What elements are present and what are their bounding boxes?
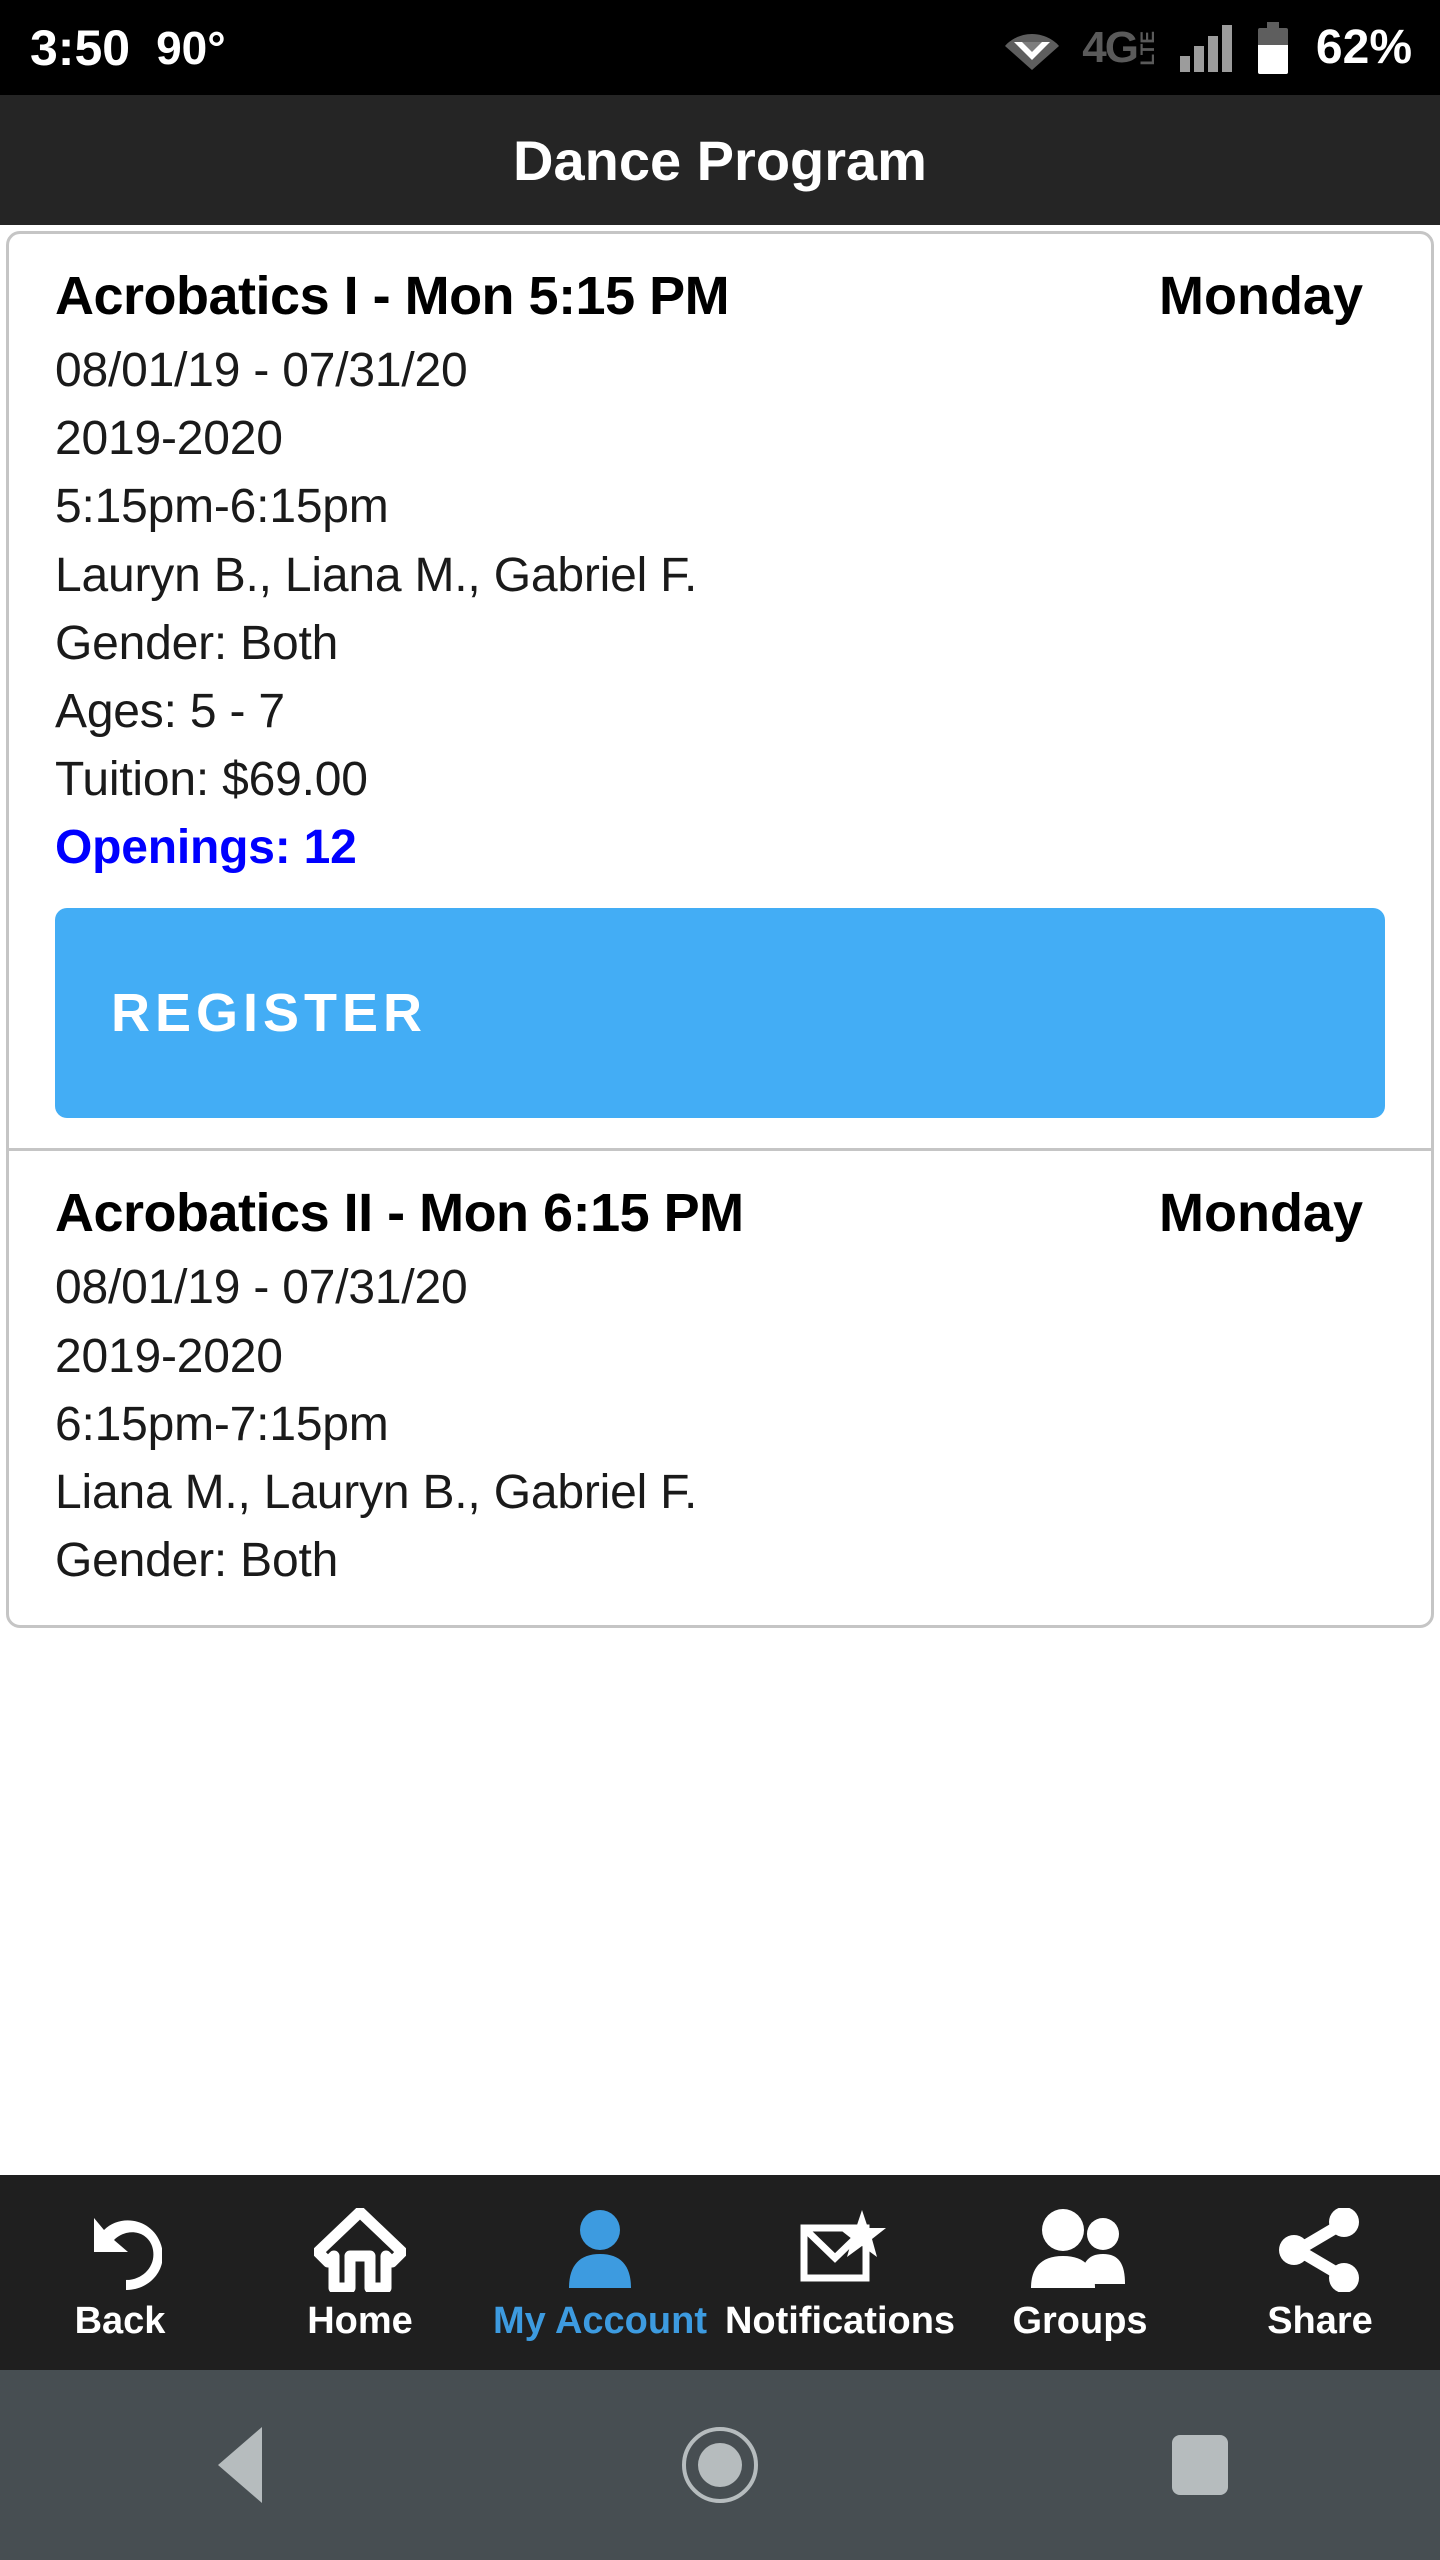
nav-item-notifications[interactable]: Notifications — [720, 2175, 960, 2370]
nav-label-share: Share — [1267, 2299, 1373, 2342]
network-type-label: 4G — [1082, 22, 1139, 72]
system-home-button[interactable] — [620, 2370, 820, 2560]
class-time: 5:15pm-6:15pm — [55, 480, 389, 534]
undo-arrow-icon — [78, 2206, 162, 2294]
class-season: 2019-2020 — [55, 412, 283, 466]
share-nodes-icon — [1276, 2206, 1364, 2294]
class-instructors: Liana M., Lauryn B., Gabriel F. — [55, 1465, 698, 1519]
system-recents-button[interactable] — [1100, 2370, 1300, 2560]
app-title-bar: Dance Program — [0, 95, 1440, 225]
class-card[interactable]: Acrobatics I - Mon 5:15 PM Monday 08/01/… — [9, 234, 1431, 1148]
class-gender: Gender: Both — [55, 1534, 339, 1588]
battery-icon — [1257, 21, 1288, 74]
status-icon-group: 4G LTE 62% — [1004, 20, 1412, 74]
class-detail-lines: 08/01/19 - 07/31/20 2019-2020 5:15pm-6:1… — [55, 337, 1385, 882]
nav-label-home: Home — [307, 2299, 413, 2342]
system-home-icon — [682, 2427, 758, 2503]
class-season: 2019-2020 — [55, 1329, 283, 1383]
class-time: 6:15pm-7:15pm — [55, 1397, 389, 1451]
system-back-button[interactable] — [140, 2370, 340, 2560]
nav-item-back[interactable]: Back — [0, 2175, 240, 2370]
network-lte-label: LTE — [1137, 30, 1159, 66]
class-tuition: Tuition: $69.00 — [55, 753, 368, 807]
4g-lte-icon: 4G LTE — [1082, 22, 1159, 72]
status-bar: 3:50 90° 4G LTE 62% — [0, 0, 1440, 95]
nav-label-groups: Groups — [1012, 2299, 1148, 2342]
envelope-star-icon — [794, 2206, 886, 2294]
class-detail-lines: 08/01/19 - 07/31/20 2019-2020 6:15pm-7:1… — [55, 1254, 1385, 1595]
nav-label-back: Back — [74, 2299, 166, 2342]
class-list-scroll-area[interactable]: Acrobatics I - Mon 5:15 PM Monday 08/01/… — [0, 225, 1440, 2175]
two-people-icon — [1027, 2206, 1133, 2294]
class-instructors: Lauryn B., Liana M., Gabriel F. — [55, 548, 698, 602]
nav-label-notifications: Notifications — [724, 2299, 956, 2342]
status-clock: 3:50 — [30, 19, 131, 76]
house-icon — [314, 2206, 406, 2294]
battery-percent-label: 62% — [1315, 20, 1412, 74]
class-card-header: Acrobatics I - Mon 5:15 PM Monday — [55, 262, 1385, 331]
class-openings: Openings: 12 — [55, 821, 357, 875]
signal-bars-icon — [1179, 24, 1236, 72]
person-icon — [561, 2206, 639, 2294]
app-bottom-nav: Back Home My Account Notifications Group… — [0, 2175, 1440, 2370]
status-temperature: 90° — [156, 21, 226, 74]
class-title: Acrobatics II - Mon 6:15 PM — [55, 1183, 744, 1244]
class-card-list: Acrobatics I - Mon 5:15 PM Monday 08/01/… — [6, 231, 1434, 1629]
class-day: Monday — [1158, 266, 1363, 326]
class-date-range: 08/01/19 - 07/31/20 — [55, 344, 468, 398]
class-day: Monday — [1158, 1183, 1363, 1244]
wifi-icon — [1004, 26, 1060, 70]
nav-item-my-account[interactable]: My Account — [480, 2175, 720, 2370]
nav-item-home[interactable]: Home — [240, 2175, 480, 2370]
nav-item-groups[interactable]: Groups — [960, 2175, 1200, 2370]
class-date-range: 08/01/19 - 07/31/20 — [55, 1261, 468, 1315]
class-card-header: Acrobatics II - Mon 6:15 PM Monday — [55, 1179, 1385, 1248]
page-title: Dance Program — [513, 128, 927, 192]
android-system-nav — [0, 2370, 1440, 2560]
nav-label-my-account: My Account — [493, 2299, 707, 2342]
class-ages: Ages: 5 - 7 — [55, 684, 285, 738]
register-button[interactable]: REGISTER — [55, 908, 1385, 1119]
nav-item-share[interactable]: Share — [1200, 2175, 1440, 2370]
phone-screen: 3:50 90° 4G LTE 62% Dance Program Acroba… — [0, 0, 1440, 2560]
class-card[interactable]: Acrobatics II - Mon 6:15 PM Monday 08/01… — [9, 1148, 1431, 1625]
class-gender: Gender: Both — [55, 616, 339, 670]
system-recents-icon — [1172, 2435, 1228, 2495]
class-title: Acrobatics I - Mon 5:15 PM — [55, 266, 730, 326]
system-back-icon — [218, 2427, 262, 2503]
